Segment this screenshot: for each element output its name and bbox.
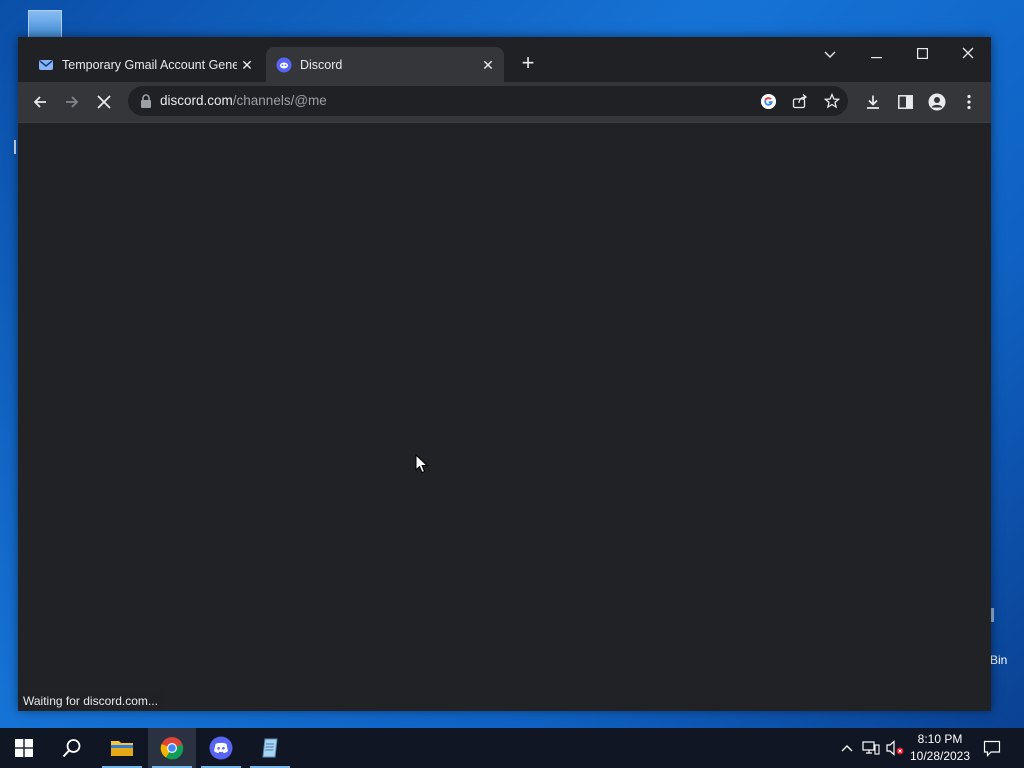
tab-title: Discord bbox=[300, 58, 343, 72]
chrome-icon[interactable] bbox=[148, 728, 196, 768]
tab-temp-gmail[interactable]: Temporary Gmail Account Generator ✕ bbox=[28, 47, 263, 83]
bookmark-star-icon[interactable] bbox=[822, 91, 842, 111]
back-arrow-icon[interactable] bbox=[26, 88, 54, 116]
volume-muted-icon[interactable] bbox=[884, 728, 906, 768]
mail-favicon-icon bbox=[38, 57, 54, 73]
taskbar: 8:10 PM 10/28/2023 bbox=[0, 728, 1024, 768]
notepad-icon[interactable] bbox=[246, 728, 294, 768]
maximize-button[interactable] bbox=[899, 40, 945, 68]
discord-icon[interactable] bbox=[197, 728, 245, 768]
desktop-edge-marker bbox=[14, 140, 16, 154]
url-domain: discord.com bbox=[160, 93, 233, 108]
system-clock[interactable]: 8:10 PM 10/28/2023 bbox=[906, 731, 974, 765]
tab-strip: Temporary Gmail Account Generator ✕ Disc… bbox=[18, 37, 991, 83]
status-bubble: Waiting for discord.com... bbox=[18, 691, 163, 711]
close-window-button[interactable] bbox=[945, 40, 991, 68]
address-bar[interactable]: discord.com/channels/@me bbox=[128, 86, 848, 116]
recycle-bin-label: Bin bbox=[990, 653, 1008, 667]
notifications-icon[interactable] bbox=[980, 728, 1004, 768]
search-icon[interactable] bbox=[48, 728, 96, 768]
mouse-cursor-icon bbox=[415, 454, 429, 474]
url-text: discord.com/channels/@me bbox=[160, 93, 327, 108]
desktop-icon[interactable] bbox=[28, 10, 62, 38]
minimize-button[interactable] bbox=[853, 40, 899, 68]
stop-loading-icon[interactable] bbox=[90, 88, 118, 116]
tab-close-icon[interactable]: ✕ bbox=[237, 57, 257, 74]
url-path: /channels/@me bbox=[232, 93, 327, 108]
clock-time: 8:10 PM bbox=[917, 732, 963, 746]
forward-arrow-icon[interactable] bbox=[58, 88, 86, 116]
file-explorer-icon[interactable] bbox=[98, 728, 146, 768]
menu-kebab-icon[interactable] bbox=[955, 88, 983, 116]
download-icon[interactable] bbox=[859, 88, 887, 116]
browser-toolbar: discord.com/channels/@me bbox=[18, 82, 991, 122]
chrome-window: Temporary Gmail Account Generator ✕ Disc… bbox=[18, 37, 991, 711]
start-icon[interactable] bbox=[0, 728, 48, 768]
clock-date: 10/28/2023 bbox=[909, 749, 971, 763]
page-content: Waiting for discord.com... bbox=[18, 122, 991, 711]
network-icon[interactable] bbox=[860, 728, 882, 768]
tab-close-icon[interactable]: ✕ bbox=[478, 57, 498, 74]
discord-favicon-icon bbox=[276, 57, 292, 73]
tab-discord[interactable]: Discord ✕ bbox=[266, 47, 504, 83]
google-lens-icon[interactable] bbox=[758, 91, 778, 111]
show-hidden-icons-icon[interactable] bbox=[838, 728, 856, 768]
new-tab-button[interactable]: + bbox=[516, 51, 540, 75]
lock-icon[interactable] bbox=[140, 94, 152, 108]
profile-avatar-icon[interactable] bbox=[923, 88, 951, 116]
share-icon[interactable] bbox=[790, 91, 810, 111]
tab-title: Temporary Gmail Account Generator bbox=[62, 58, 237, 72]
tab-search-icon[interactable] bbox=[807, 40, 853, 68]
side-panel-icon[interactable] bbox=[891, 88, 919, 116]
